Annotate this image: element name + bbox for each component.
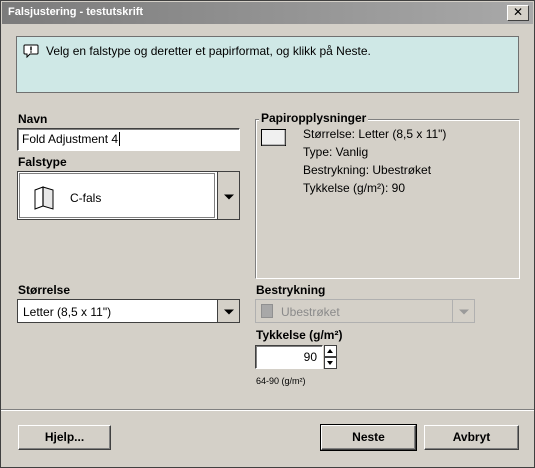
chevron-down-icon — [223, 194, 234, 199]
c-fold-icon — [34, 186, 54, 210]
coating-label: Bestrykning — [256, 283, 326, 297]
size-dropdown[interactable]: Letter (8,5 x 11") — [17, 299, 240, 323]
paper-coating-line: Bestrykning: Ubestrøket — [303, 163, 432, 177]
instruction-panel: Velg en falstype og deretter et papirfor… — [16, 36, 519, 93]
name-input-value: Fold Adjustment 4 — [22, 132, 119, 146]
paper-icon — [261, 129, 286, 146]
size-dropdown-button[interactable] — [217, 300, 239, 322]
weight-input[interactable]: 90 — [255, 345, 323, 369]
fold-type-label: Falstype — [18, 155, 67, 169]
next-button[interactable]: Neste — [320, 424, 417, 451]
weight-stepper — [324, 345, 337, 369]
paper-info-title: Papiropplysninger — [259, 111, 369, 125]
help-button[interactable]: Hjelp... — [18, 425, 111, 450]
weight-label: Tykkelse (g/m²) — [256, 328, 343, 342]
name-label: Navn — [18, 112, 48, 126]
fold-type-value: C-fals — [70, 191, 102, 205]
name-input[interactable]: Fold Adjustment 4 — [17, 128, 240, 151]
weight-decrease-button[interactable] — [324, 357, 337, 369]
coating-dropdown-button[interactable] — [452, 300, 474, 322]
weight-input-value: 90 — [303, 350, 317, 364]
close-icon: ✕ — [512, 5, 524, 19]
fold-type-dropdown[interactable]: C-fals — [17, 171, 240, 220]
size-label: Størrelse — [18, 283, 71, 297]
paper-info-group — [255, 119, 520, 279]
next-button-label: Neste — [352, 430, 385, 444]
cancel-button-label: Avbryt — [452, 430, 491, 444]
chevron-down-icon — [458, 309, 469, 315]
title-bar: Falsjustering - testutskrift ✕ — [2, 2, 533, 24]
footer-divider — [1, 409, 534, 411]
chevron-down-icon — [327, 361, 333, 365]
weight-increase-button[interactable] — [324, 345, 337, 357]
dialog-window: Falsjustering - testutskrift ✕ Velg en f… — [0, 0, 535, 468]
close-button[interactable]: ✕ — [507, 5, 529, 21]
help-button-label: Hjelp... — [44, 430, 85, 444]
paper-type-line: Type: Vanlig — [303, 145, 369, 159]
coating-swatch-icon — [261, 304, 273, 318]
fold-type-display: C-fals — [19, 173, 215, 218]
coating-dropdown[interactable]: Ubestrøket — [255, 299, 475, 323]
size-value: Letter (8,5 x 11") — [23, 305, 112, 319]
chevron-down-icon — [223, 309, 234, 315]
paper-weight-line: Tykkelse (g/m²): 90 — [303, 181, 406, 195]
chevron-up-icon — [327, 349, 333, 353]
speech-info-icon — [23, 44, 39, 58]
cancel-button[interactable]: Avbryt — [424, 425, 519, 450]
window-title: Falsjustering - testutskrift — [8, 6, 144, 18]
coating-value: Ubestrøket — [281, 305, 340, 319]
paper-size-line: Størrelse: Letter (8,5 x 11") — [303, 127, 447, 141]
instruction-text: Velg en falstype og deretter et papirfor… — [46, 44, 371, 58]
weight-range-hint: 64-90 (g/m²) — [256, 376, 306, 386]
fold-type-dropdown-button[interactable] — [217, 172, 239, 219]
